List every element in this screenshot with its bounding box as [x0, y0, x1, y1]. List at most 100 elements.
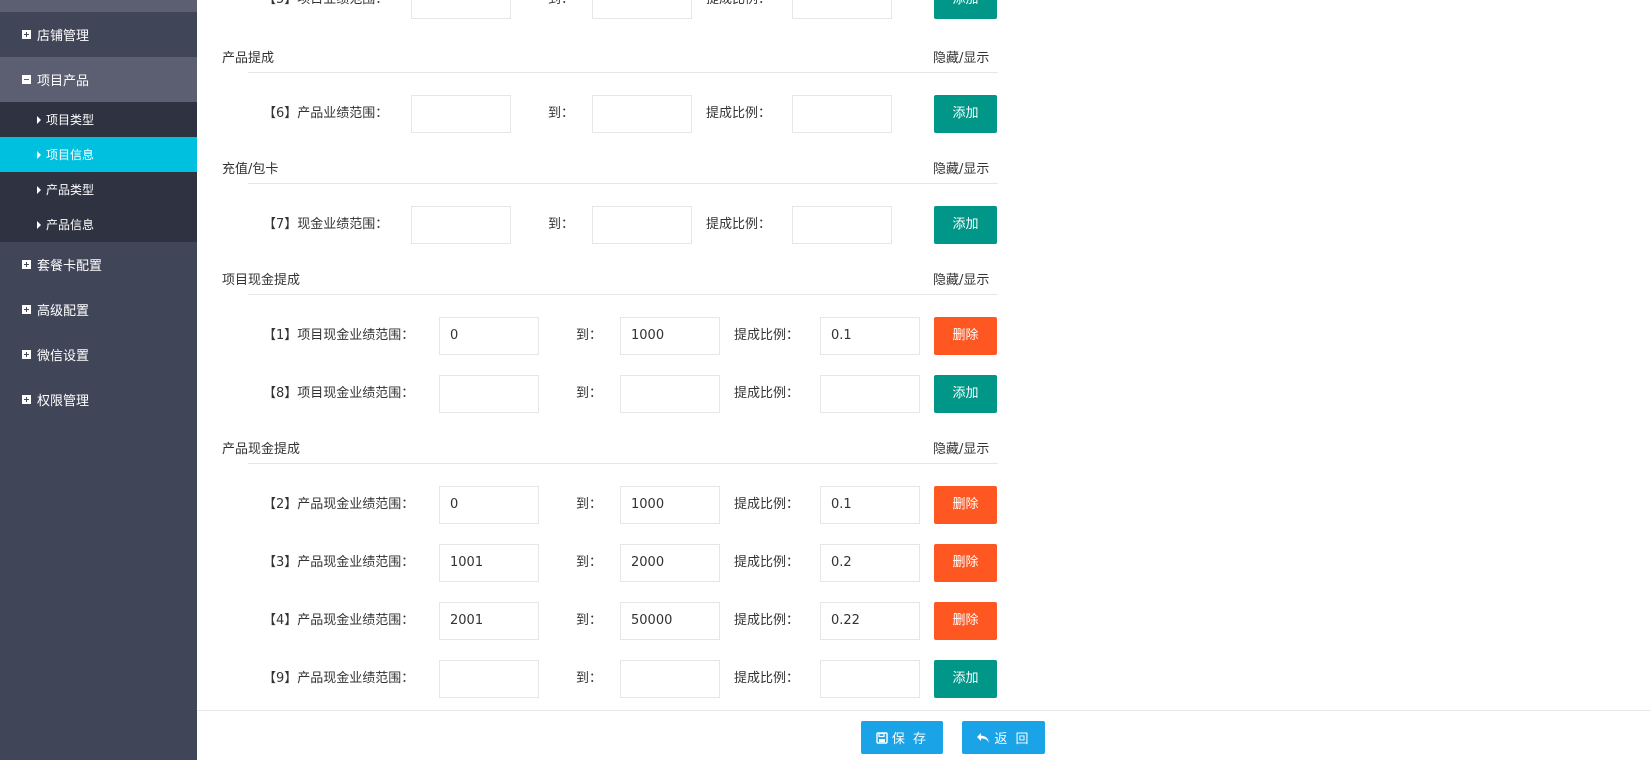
ratio-input[interactable]: 0.1: [820, 317, 920, 355]
menu-store-management[interactable]: 店铺管理: [0, 12, 197, 57]
row-label-6: 【6】产品业绩范围：: [263, 106, 389, 121]
range-from-input[interactable]: [439, 660, 539, 698]
ratio-input[interactable]: [820, 375, 920, 413]
ratio-label: 提成比例：: [734, 555, 800, 570]
menu-advanced-config[interactable]: 高级配置: [0, 287, 197, 332]
range-from-input[interactable]: [411, 95, 511, 133]
caret-right-icon: [37, 185, 41, 194]
ratio-input[interactable]: [792, 95, 892, 133]
add-button[interactable]: 添加: [934, 206, 997, 244]
range-from-input[interactable]: [439, 375, 539, 413]
minus-icon: [22, 75, 31, 84]
delete-button[interactable]: 删除: [934, 602, 997, 640]
menu-permission-management[interactable]: 权限管理: [0, 377, 197, 422]
menu-item-partial: [0, 0, 197, 12]
section-title-project-cash: 项目现金提成: [222, 273, 301, 288]
menu-label: 微信设置: [37, 349, 90, 364]
range-from-input[interactable]: [411, 0, 511, 19]
to-label: 到：: [548, 106, 575, 121]
delete-button[interactable]: 删除: [934, 317, 997, 355]
range-from-input[interactable]: 1001: [439, 544, 539, 582]
range-to-input[interactable]: [592, 206, 692, 244]
submenu-product-type[interactable]: 产品类型: [0, 172, 197, 207]
submenu-product-info[interactable]: 产品信息: [0, 207, 197, 242]
ratio-label: 提成比例：: [706, 0, 771, 19]
range-to-input[interactable]: 50000: [620, 602, 720, 640]
section-title-product: 产品提成: [222, 51, 275, 66]
ratio-input[interactable]: [820, 660, 920, 698]
range-to-input[interactable]: 1000: [620, 317, 720, 355]
add-button[interactable]: 添加: [934, 95, 997, 133]
ratio-input[interactable]: 0.2: [820, 544, 920, 582]
row-label-2: 【2】产品现金业绩范围：: [263, 497, 415, 512]
add-button[interactable]: 添加: [934, 0, 997, 19]
section-title-product-cash: 产品现金提成: [222, 442, 301, 457]
add-button[interactable]: 添加: [934, 660, 997, 698]
row-label-1: 【1】项目现金业绩范围：: [263, 328, 415, 343]
range-to-input[interactable]: [592, 0, 692, 19]
plus-icon: [22, 305, 31, 314]
back-button[interactable]: 返 回: [962, 721, 1045, 754]
toggle-visibility-link[interactable]: 隐藏/显示: [933, 269, 989, 288]
caret-right-icon: [37, 220, 41, 229]
submenu-label: 产品类型: [46, 183, 95, 197]
to-label: 到：: [548, 0, 574, 19]
menu-wechat-settings[interactable]: 微信设置: [0, 332, 197, 377]
range-to-input[interactable]: [592, 95, 692, 133]
toggle-visibility-link[interactable]: 隐藏/显示: [933, 438, 989, 457]
range-from-input[interactable]: 0: [439, 486, 539, 524]
submenu-label: 项目信息: [46, 148, 95, 162]
range-to-input[interactable]: 2000: [620, 544, 720, 582]
ratio-label: 提成比例：: [734, 497, 800, 512]
section-divider: [248, 463, 998, 464]
ratio-label: 提成比例：: [706, 106, 772, 121]
range-to-input[interactable]: [620, 660, 720, 698]
submenu-project-info[interactable]: 项目信息: [0, 137, 197, 172]
menu-label: 套餐卡配置: [37, 259, 103, 274]
menu-project-products[interactable]: 项目产品: [0, 57, 197, 102]
plus-icon: [22, 395, 31, 404]
plus-icon: [22, 350, 31, 359]
ratio-label: 提成比例：: [734, 671, 800, 686]
toggle-visibility-link[interactable]: 隐藏/显示: [933, 47, 989, 66]
ratio-label: 提成比例：: [734, 328, 800, 343]
range-to-input[interactable]: [620, 375, 720, 413]
ratio-input[interactable]: [792, 0, 892, 19]
save-button-label: 保 存: [891, 732, 929, 747]
menu-label: 权限管理: [37, 394, 90, 409]
row-label-9: 【9】产品现金业绩范围：: [263, 671, 415, 686]
menu-package-card-config[interactable]: 套餐卡配置: [0, 242, 197, 287]
row-label-5: 【5】项目业绩范围：: [263, 0, 388, 19]
range-to-input[interactable]: 1000: [620, 486, 720, 524]
to-label: 到：: [576, 497, 603, 512]
section-divider: [248, 294, 998, 295]
delete-button[interactable]: 删除: [934, 544, 997, 582]
ratio-label: 提成比例：: [734, 613, 800, 628]
row-label-3: 【3】产品现金业绩范围：: [263, 555, 415, 570]
section-divider: [248, 72, 998, 73]
range-from-input[interactable]: 2001: [439, 602, 539, 640]
submenu-label: 项目类型: [46, 113, 95, 127]
range-from-input[interactable]: 0: [439, 317, 539, 355]
section-title-recharge: 充值/包卡: [222, 162, 279, 177]
back-button-label: 返 回: [994, 732, 1031, 747]
submenu-project-type[interactable]: 项目类型: [0, 102, 197, 137]
to-label: 到：: [548, 217, 575, 232]
to-label: 到：: [576, 671, 603, 686]
menu-label: 高级配置: [37, 304, 90, 319]
range-from-input[interactable]: [411, 206, 511, 244]
ratio-input[interactable]: 0.22: [820, 602, 920, 640]
delete-button[interactable]: 删除: [934, 486, 997, 524]
reply-icon: [977, 732, 990, 743]
add-button[interactable]: 添加: [934, 375, 997, 413]
ratio-input[interactable]: [792, 206, 892, 244]
save-button[interactable]: 保 存: [861, 721, 943, 754]
ratio-input[interactable]: 0.1: [820, 486, 920, 524]
to-label: 到：: [576, 555, 603, 570]
sidebar: 店铺管理 项目产品 项目类型 项目信息 产品类型 产品信息 套餐卡配置 高级配置…: [0, 0, 197, 760]
caret-right-icon: [37, 150, 41, 159]
menu-label: 店铺管理: [37, 29, 90, 44]
toggle-visibility-link[interactable]: 隐藏/显示: [933, 158, 989, 177]
ratio-label: 提成比例：: [706, 217, 772, 232]
to-label: 到：: [576, 328, 603, 343]
